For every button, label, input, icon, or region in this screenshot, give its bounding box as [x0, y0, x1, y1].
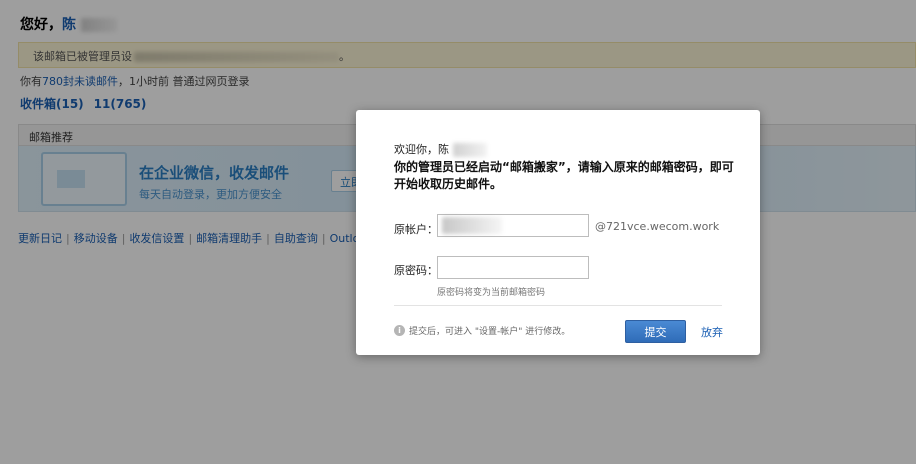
original-password-input[interactable]	[437, 256, 589, 279]
info-icon: i	[394, 325, 405, 336]
account-domain: @721vce.wecom.work	[595, 220, 720, 233]
welcome-text: 欢迎你，陈	[394, 143, 449, 156]
redacted-name-blur	[453, 143, 487, 157]
password-hint: 原密码将变为当前邮箱密码	[437, 288, 546, 298]
redacted-account-blur	[442, 217, 502, 234]
mailbox-migration-dialog: 欢迎你，陈 你的管理员已经启动“邮箱搬家”，请输入原来的邮箱密码，即可开始收取历…	[356, 110, 760, 355]
dialog-divider	[394, 305, 722, 306]
dialog-message: 你的管理员已经启动“邮箱搬家”，请输入原来的邮箱密码，即可开始收取历史邮件。	[394, 160, 734, 191]
password-label: 原密码：	[394, 264, 438, 277]
cancel-link[interactable]: 放弃	[701, 324, 723, 340]
info-text: 提交后，可进入 "设置-帐户" 进行修改。	[409, 327, 571, 337]
dialog-welcome: 欢迎你，陈	[394, 141, 487, 157]
account-label: 原帐户：	[394, 223, 438, 236]
submit-button[interactable]: 提交	[625, 320, 686, 343]
